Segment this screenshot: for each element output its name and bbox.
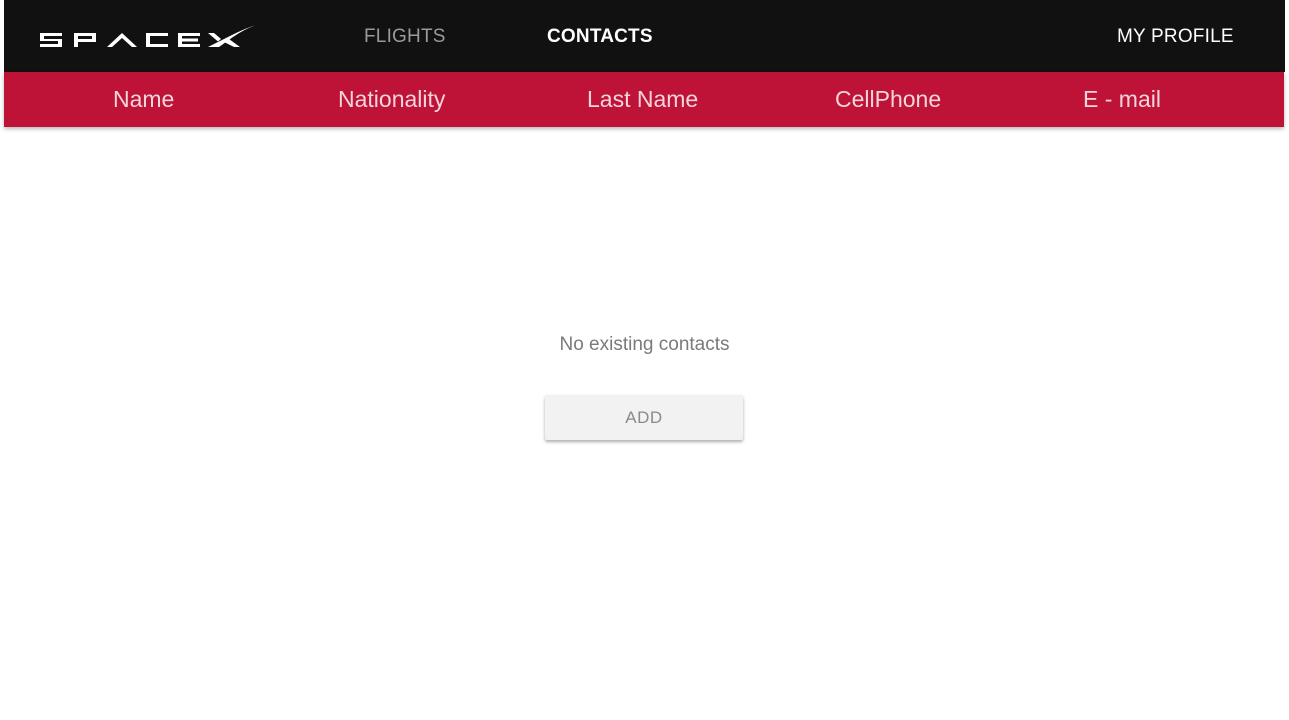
contacts-table-header: Name Nationality Last Name CellPhone E -… (4, 72, 1284, 127)
top-navbar: FLIGHTS CONTACTS MY PROFILE (4, 0, 1285, 72)
spacex-logo-icon (40, 25, 256, 47)
empty-state-message: No existing contacts (559, 334, 730, 355)
column-header-last-name[interactable]: Last Name (587, 72, 698, 127)
column-header-cellphone[interactable]: CellPhone (835, 72, 941, 127)
add-contact-button[interactable]: ADD (545, 395, 743, 440)
column-header-nationality[interactable]: Nationality (338, 72, 445, 127)
spacex-logo[interactable] (38, 22, 258, 54)
column-header-email[interactable]: E - mail (1083, 72, 1161, 127)
column-header-name[interactable]: Name (113, 72, 174, 127)
nav-my-profile[interactable]: MY PROFILE (1117, 0, 1234, 72)
nav-contacts[interactable]: CONTACTS (547, 0, 653, 72)
nav-flights[interactable]: FLIGHTS (364, 0, 446, 72)
